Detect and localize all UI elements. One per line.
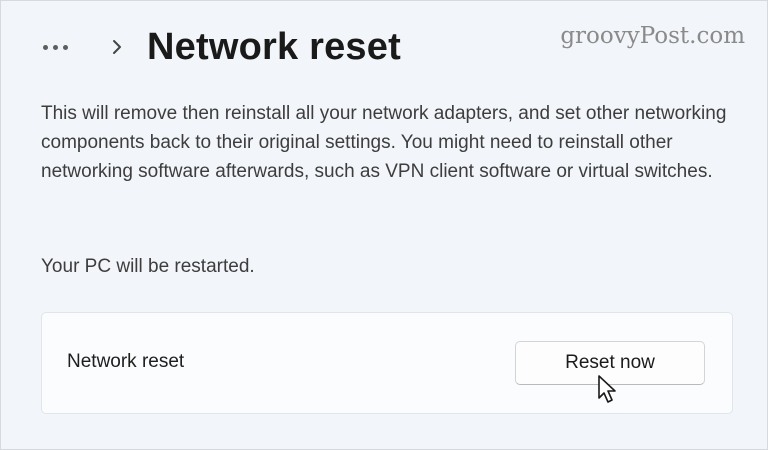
- chevron-right-icon: [111, 27, 131, 67]
- settings-window: Network reset groovyPost.com This will r…: [0, 0, 768, 450]
- network-reset-card: Network reset Reset now: [41, 312, 733, 414]
- restart-note: Your PC will be restarted.: [41, 256, 255, 277]
- more-horizontal-icon-dot: [53, 44, 58, 50]
- arrow-cursor-icon: [598, 375, 616, 403]
- more-horizontal-icon-dot: [63, 44, 68, 50]
- watermark-logo: groovyPost.com: [560, 23, 745, 49]
- more-horizontal-icon: [43, 44, 48, 50]
- card-label: Network reset: [67, 351, 185, 372]
- breadcrumb-header: Network reset: [43, 19, 401, 75]
- more-options-button[interactable]: [43, 27, 83, 67]
- description-text: This will remove then reinstall all your…: [41, 103, 727, 182]
- page-title: Network reset: [147, 25, 401, 68]
